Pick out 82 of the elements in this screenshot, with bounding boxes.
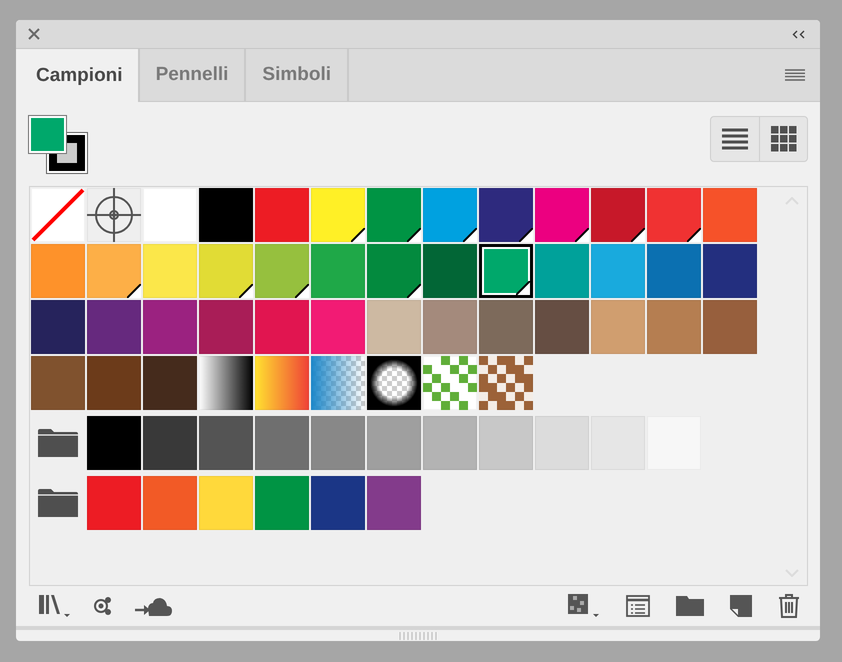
color-swatch[interactable] (255, 188, 309, 242)
gradient-swatch[interactable] (199, 356, 253, 410)
tab[interactable]: Pennelli (140, 49, 246, 102)
color-swatch[interactable] (255, 300, 309, 354)
trash-icon[interactable] (778, 594, 800, 618)
color-swatch[interactable] (311, 476, 365, 530)
tab[interactable]: Campioni (16, 49, 140, 102)
folder-icon[interactable] (38, 429, 78, 457)
color-swatch[interactable] (255, 416, 309, 470)
color-swatch[interactable] (199, 244, 253, 298)
list-view-icon (722, 128, 748, 150)
none-swatch[interactable] (31, 188, 85, 242)
color-swatch[interactable] (367, 416, 421, 470)
color-swatch[interactable] (143, 188, 197, 242)
color-swatch[interactable] (143, 416, 197, 470)
color-swatch[interactable] (87, 356, 141, 410)
folder-icon[interactable] (38, 489, 78, 517)
color-swatch[interactable] (255, 244, 309, 298)
resize-grip-icon[interactable] (399, 632, 437, 640)
color-swatch[interactable] (311, 300, 365, 354)
color-swatch[interactable] (535, 188, 589, 242)
color-swatch[interactable] (311, 244, 365, 298)
color-swatch[interactable] (199, 476, 253, 530)
color-swatch[interactable] (143, 476, 197, 530)
gradient-swatch[interactable] (367, 356, 421, 410)
color-swatch[interactable] (87, 476, 141, 530)
collapse-icon[interactable] (792, 30, 806, 38)
color-swatch[interactable] (87, 416, 141, 470)
pattern-swatch[interactable] (479, 356, 533, 410)
color-swatch[interactable] (535, 244, 589, 298)
grid-view-icon (770, 126, 796, 152)
color-swatch[interactable] (479, 188, 533, 242)
library-icon[interactable] (39, 594, 71, 618)
color-swatch[interactable] (535, 300, 589, 354)
color-swatch[interactable] (311, 416, 365, 470)
color-swatch[interactable] (591, 300, 645, 354)
color-swatch[interactable] (311, 188, 365, 242)
color-swatch[interactable] (647, 188, 701, 242)
swatch-kind-icon[interactable] (568, 594, 600, 618)
folder-icon[interactable] (676, 596, 704, 616)
color-swatch[interactable] (479, 416, 533, 470)
color-swatch[interactable] (367, 476, 421, 530)
color-swatch[interactable] (423, 416, 477, 470)
color-swatch[interactable] (31, 300, 85, 354)
color-swatch[interactable] (479, 244, 533, 298)
cloud-upload-icon[interactable] (135, 595, 173, 617)
color-swatch[interactable] (703, 188, 757, 242)
color-swatch[interactable] (591, 244, 645, 298)
color-swatch[interactable] (87, 244, 141, 298)
color-swatch[interactable] (255, 476, 309, 530)
tab[interactable]: Simboli (246, 49, 350, 102)
color-swatch[interactable] (479, 300, 533, 354)
pattern-swatch[interactable] (423, 356, 477, 410)
color-swatch[interactable] (703, 300, 757, 354)
color-swatch[interactable] (423, 300, 477, 354)
color-swatch[interactable] (367, 244, 421, 298)
color-swatch[interactable] (423, 188, 477, 242)
color-swatch[interactable] (31, 356, 85, 410)
new-swatch-icon[interactable] (730, 595, 752, 617)
menu-icon[interactable] (785, 69, 805, 81)
color-swatch[interactable] (87, 300, 141, 354)
color-swatch[interactable] (199, 300, 253, 354)
color-swatch[interactable] (143, 356, 197, 410)
color-swatch[interactable] (143, 300, 197, 354)
swatch-options-icon[interactable] (626, 595, 650, 617)
registration-swatch[interactable] (87, 188, 141, 242)
color-swatch[interactable] (647, 244, 701, 298)
color-swatch[interactable] (647, 300, 701, 354)
color-swatch[interactable] (199, 188, 253, 242)
connect-icon[interactable] (93, 596, 113, 616)
color-swatch[interactable] (199, 416, 253, 470)
color-swatch[interactable] (703, 244, 757, 298)
color-swatch[interactable] (143, 244, 197, 298)
color-swatch[interactable] (591, 188, 645, 242)
color-swatch[interactable] (31, 244, 85, 298)
color-swatch[interactable] (367, 300, 421, 354)
color-swatch[interactable] (535, 416, 589, 470)
gradient-swatch[interactable] (311, 356, 365, 410)
color-swatch[interactable] (423, 244, 477, 298)
close-icon[interactable] (28, 28, 40, 40)
color-swatch[interactable] (367, 188, 421, 242)
gradient-swatch[interactable] (255, 356, 309, 410)
